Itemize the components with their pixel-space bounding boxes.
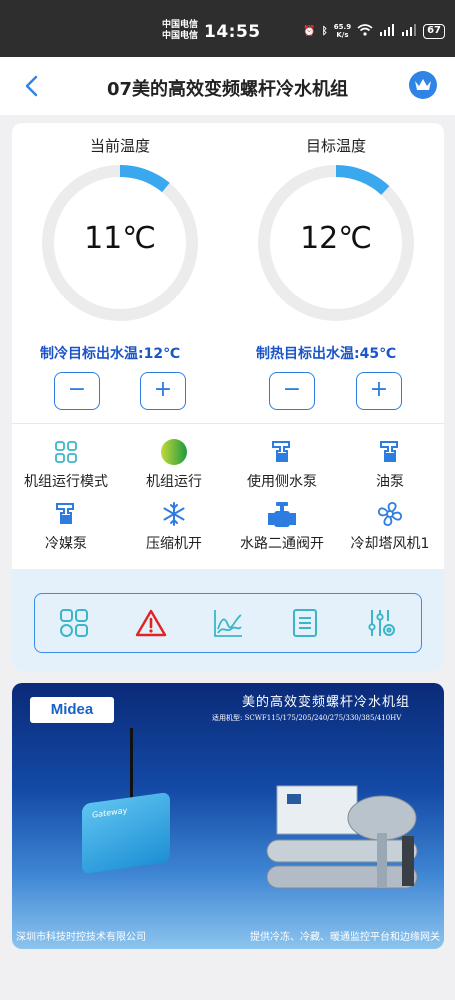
pump-icon [267, 437, 297, 467]
status-compressor[interactable]: 压缩机开 [120, 499, 228, 553]
grid-icon [59, 609, 88, 637]
divider [12, 423, 444, 424]
target-temp-value: 12℃ [300, 221, 372, 256]
status-label: 机组运行 [146, 474, 202, 490]
heating-decrease-button[interactable]: − [269, 372, 315, 410]
grid-icon [51, 437, 81, 467]
battery-indicator: 67 [423, 23, 445, 39]
midea-logo: Midea [30, 697, 114, 723]
status-label: 冷媒泵 [45, 536, 87, 552]
banner-models: 适用机型: SCWF115/175/205/240/275/330/385/41… [212, 714, 402, 722]
antenna-image [130, 728, 133, 798]
alarm-clock-icon: ⏰ [303, 25, 316, 37]
status-label: 水路二通阀开 [240, 536, 324, 552]
wifi-icon [357, 23, 373, 39]
function-toolbar [34, 593, 422, 653]
crown-icon [415, 79, 431, 90]
carrier-2: 中国电信 [162, 31, 199, 41]
signal-4g-icon [401, 23, 417, 39]
status-icons: ⏰ ᛒ 65.9 K/s 67 [303, 23, 445, 39]
toolbar-area [12, 569, 444, 671]
heating-increase-button[interactable]: + [356, 372, 402, 410]
current-temp-gauge: 11℃ [40, 163, 200, 323]
list-icon [293, 609, 318, 637]
page-title: 07美的高效变频螺杆冷水机组 [106, 79, 349, 100]
status-two-way-valve[interactable]: 水路二通阀开 [228, 499, 336, 553]
status-label: 油泵 [376, 474, 404, 490]
status-label: 使用侧水泵 [247, 474, 317, 490]
status-label: 冷却塔风机1 [350, 536, 430, 552]
carrier-info: 中国电信 中国电信 [162, 20, 198, 42]
status-unit-mode[interactable]: 机组运行模式 [12, 437, 120, 491]
gateway-label: Gateway [92, 805, 128, 820]
status-refrigerant-pump[interactable]: 冷媒泵 [12, 499, 120, 553]
net-speed-unit: K/s [336, 31, 349, 39]
chiller-unit-image [266, 785, 418, 889]
pump-icon [51, 499, 81, 529]
current-temp-label: 当前温度 [89, 137, 150, 155]
app-header: 07美的高效变频螺杆冷水机组 [0, 57, 455, 115]
status-dot-icon [159, 437, 189, 467]
product-banner[interactable]: Midea 美的高效变频螺杆冷水机组 适用机型: SCWF115/175/205… [12, 683, 444, 949]
status-user-pump[interactable]: 使用侧水泵 [228, 437, 336, 491]
status-bar: 中国电信 中国电信 14:55 ⏰ ᛒ 65.9 K/s 67 [0, 0, 455, 57]
pump-icon [375, 437, 405, 467]
settings-icon [368, 610, 396, 636]
clock: 14:55 [204, 22, 261, 42]
carrier-1: 中国电信 [162, 20, 199, 30]
cooling-decrease-button[interactable]: − [54, 372, 100, 410]
status-unit-running[interactable]: 机组运行 [120, 437, 228, 491]
control-panel: 当前温度 11℃ 目标温度 12℃ 制冷目标出水温:12℃ 制热目标出水温:45… [12, 123, 444, 671]
status-label: 压缩机开 [146, 536, 202, 552]
settings-button[interactable] [362, 603, 402, 643]
heating-setpoint: 制热目标出水温:45℃ [256, 346, 397, 362]
fan-icon [375, 499, 405, 529]
status-label: 机组运行模式 [24, 474, 108, 490]
cooling-increase-button[interactable]: + [140, 372, 186, 410]
overview-button[interactable] [54, 603, 94, 643]
vip-button[interactable] [409, 71, 437, 99]
chart-button[interactable] [208, 603, 248, 643]
gateway-device-image: Gateway [82, 791, 170, 875]
status-oil-pump[interactable]: 油泵 [336, 437, 444, 491]
cooling-setpoint: 制冷目标出水温:12℃ [40, 346, 181, 362]
net-speed: 65.9 K/s [334, 23, 351, 39]
records-button[interactable] [285, 603, 325, 643]
status-cooling-tower-fan[interactable]: 冷却塔风机1 [336, 499, 444, 553]
alarm-icon [135, 609, 166, 637]
signal-5g-icon [379, 23, 395, 39]
net-speed-value: 65.9 [333, 23, 352, 31]
snowflake-icon [159, 499, 189, 529]
current-temp-value: 11℃ [84, 221, 156, 256]
target-temp-gauge: 12℃ [256, 163, 416, 323]
chart-icon [214, 610, 242, 637]
bluetooth-icon: ᛒ [321, 25, 328, 37]
alarm-button[interactable] [131, 603, 171, 643]
target-temp-label: 目标温度 [305, 137, 366, 155]
banner-slogan: 提供冷冻、冷藏、暖通监控平台和边缘网关 [250, 932, 440, 943]
banner-title: 美的高效变频螺杆冷水机组 [242, 695, 411, 710]
banner-company: 深圳市科技时控技术有限公司 [16, 932, 146, 943]
valve-icon [267, 499, 297, 529]
